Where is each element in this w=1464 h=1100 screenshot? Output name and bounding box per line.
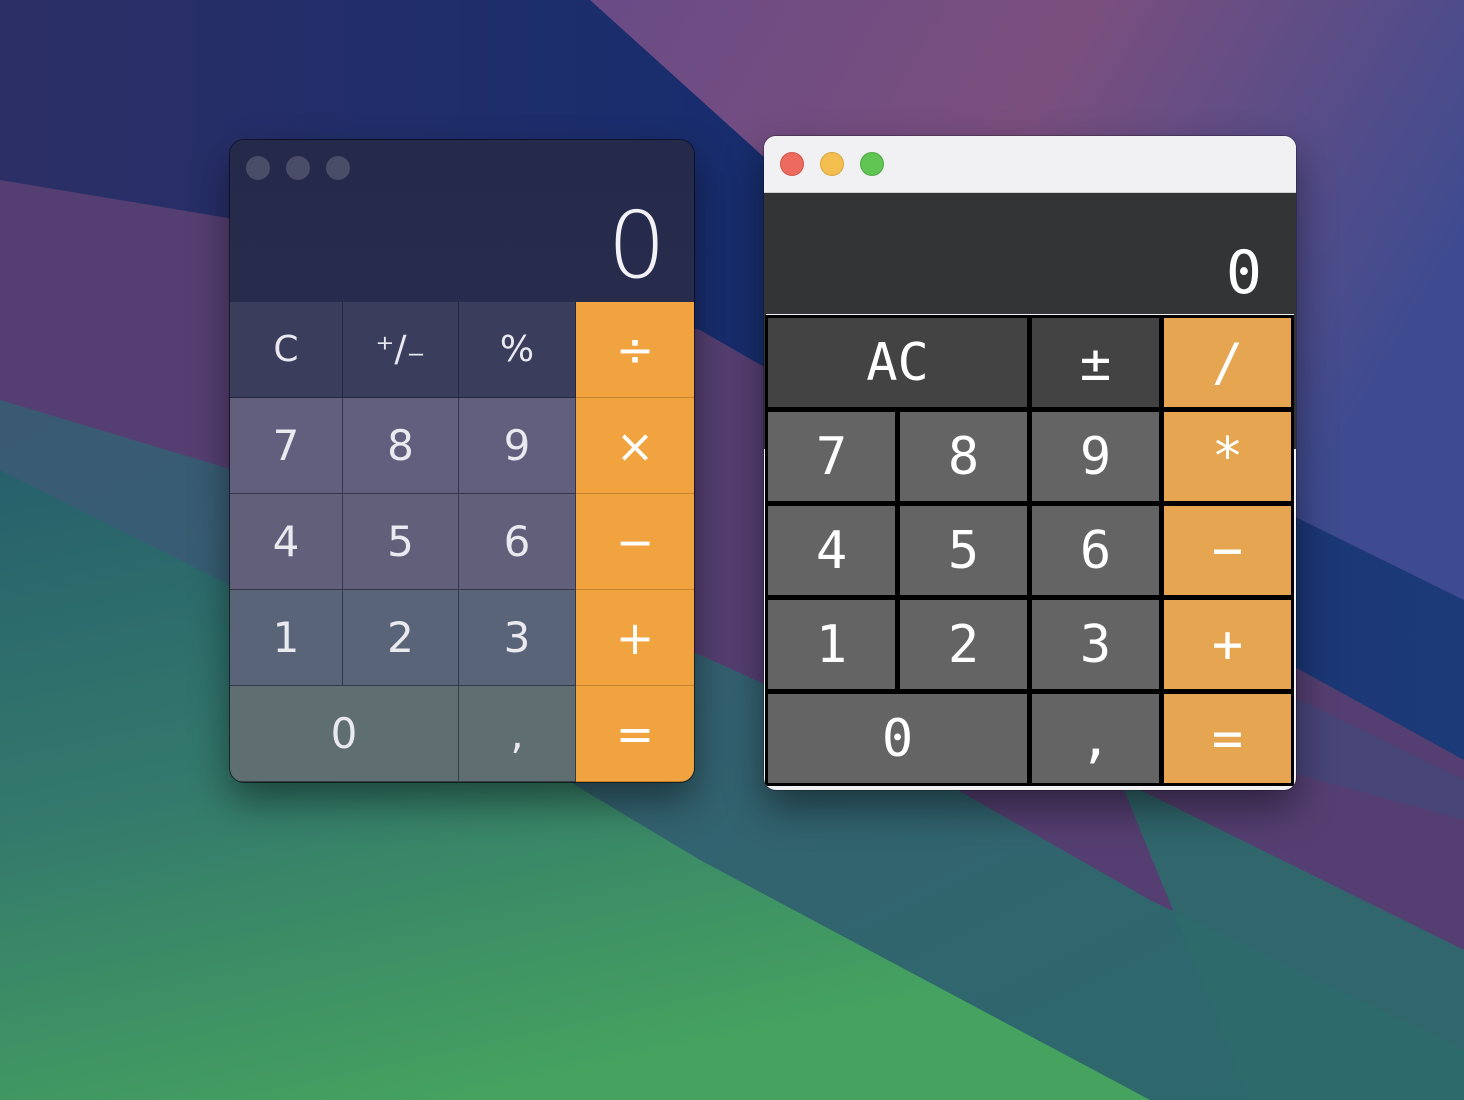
key-minus[interactable]: − [576, 494, 694, 590]
zoom-button[interactable] [326, 156, 350, 180]
key-divide[interactable]: ÷ [576, 302, 694, 398]
close-button[interactable] [246, 156, 270, 180]
key-comma[interactable]: , [459, 686, 576, 782]
key-5[interactable]: 5 [343, 494, 459, 590]
keypad: AC ±/ 7 8 9 * 4 5 6− 1 2 3 +0, = [765, 314, 1294, 786]
key-2[interactable]: 2 [343, 590, 459, 686]
key-divide[interactable]: / [1161, 315, 1294, 410]
key-7[interactable]: 7 [230, 398, 343, 494]
key-6[interactable]: 6 [459, 494, 576, 590]
key-7[interactable]: 7 [765, 409, 898, 504]
calculator-window-native: 0 C ⁺∕₋% ÷ 7 8 9 × 4 5 6− 1 2 3 +0, = [230, 140, 694, 782]
key-0[interactable]: 0 [230, 686, 459, 782]
title-bar [230, 140, 694, 196]
key-4[interactable]: 4 [230, 494, 343, 590]
key-0[interactable]: 0 [765, 691, 1030, 786]
zoom-button[interactable] [860, 152, 884, 176]
key-9[interactable]: 9 [459, 398, 576, 494]
key-8[interactable]: 8 [897, 409, 1030, 504]
key-comma[interactable]: , [1029, 691, 1162, 786]
key-2[interactable]: 2 [897, 597, 1030, 692]
key-3[interactable]: 3 [1029, 597, 1162, 692]
key-equals[interactable]: = [1161, 691, 1294, 786]
key-9[interactable]: 9 [1029, 409, 1162, 504]
display-value: 0 [1225, 238, 1262, 308]
key-equals[interactable]: = [576, 686, 694, 782]
title-bar [764, 136, 1296, 193]
key-minus[interactable]: − [1161, 503, 1294, 598]
keypad: C ⁺∕₋% ÷ 7 8 9 × 4 5 6− 1 2 3 +0, = [230, 302, 694, 782]
key-1[interactable]: 1 [230, 590, 343, 686]
key-3[interactable]: 3 [459, 590, 576, 686]
key-8[interactable]: 8 [343, 398, 459, 494]
key-multiply[interactable]: × [576, 398, 694, 494]
key-plus[interactable]: + [576, 590, 694, 686]
key-6[interactable]: 6 [1029, 503, 1162, 598]
calculator-display: 0 [230, 196, 694, 302]
minimize-button[interactable] [286, 156, 310, 180]
key-4[interactable]: 4 [765, 503, 898, 598]
key-plus[interactable]: + [1161, 597, 1294, 692]
display-value: 0 [607, 192, 666, 299]
key-1[interactable]: 1 [765, 597, 898, 692]
key-percent[interactable]: % [459, 302, 576, 398]
key-clear[interactable]: C [230, 302, 343, 398]
key-plus-minus[interactable]: ⁺∕₋ [343, 302, 459, 398]
key-multiply[interactable]: * [1161, 409, 1294, 504]
close-button[interactable] [780, 152, 804, 176]
calculator-window-tk: 0 AC ±/ 7 8 9 * 4 5 6− 1 2 3 +0, = [764, 136, 1296, 790]
key-plus-minus[interactable]: ± [1029, 315, 1162, 410]
minimize-button[interactable] [820, 152, 844, 176]
key-5[interactable]: 5 [897, 503, 1030, 598]
key-all-clear[interactable]: AC [765, 315, 1030, 410]
